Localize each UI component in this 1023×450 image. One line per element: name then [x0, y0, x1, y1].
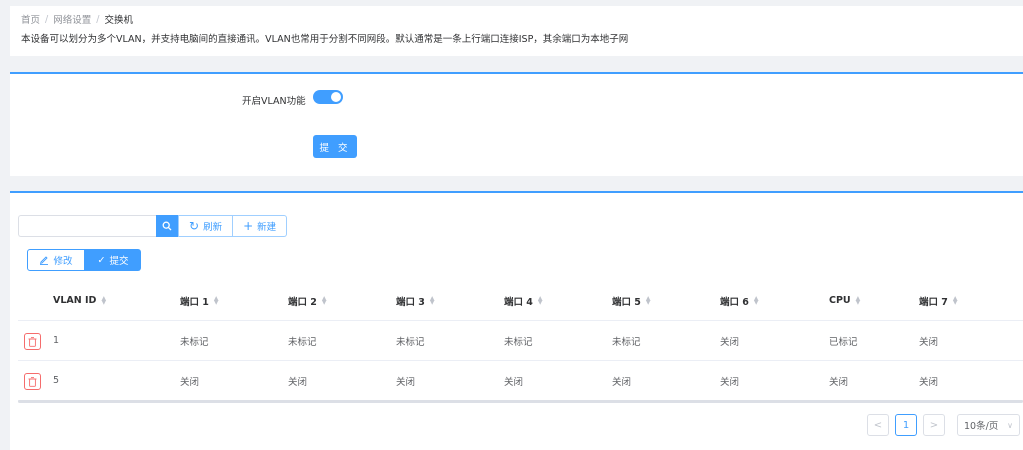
page-size-value: 10条/页 — [964, 421, 999, 432]
cell-port-1: 关闭 — [180, 376, 200, 388]
column-label: 端口 7 — [919, 296, 948, 308]
column-label: 端口 6 — [720, 296, 749, 308]
table-horizontal-scrollbar[interactable] — [18, 400, 1023, 403]
vlan-switch-label: 开启VLAN功能 — [242, 96, 306, 107]
sort-icon[interactable]: ▲ ▼ — [214, 295, 219, 305]
breadcrumb-separator: / — [96, 13, 100, 25]
sort-icon[interactable]: ▲ ▼ — [538, 295, 543, 305]
column-label: 端口 2 — [288, 296, 317, 308]
search-input[interactable] — [18, 215, 156, 237]
breadcrumb-network-settings[interactable]: 网络设置 — [53, 12, 91, 26]
column-label: 端口 3 — [396, 296, 425, 308]
refresh-icon: ↻ — [189, 219, 200, 233]
next-page-button[interactable]: > — [923, 414, 945, 436]
column-header-port-5[interactable]: 端口 5 ▲ ▼ — [612, 281, 651, 320]
vlan-submit-button[interactable]: 提 交 — [313, 135, 357, 158]
search-toolbar: ↻ 刷新 + 新建 — [18, 215, 288, 237]
trash-icon — [28, 336, 37, 347]
edit-toolbar: 修改 ✓ 提交 — [27, 249, 141, 271]
column-header-vlan-id[interactable]: VLAN ID ▲ ▼ — [53, 281, 106, 320]
column-header-port-3[interactable]: 端口 3 ▲ ▼ — [396, 281, 435, 320]
search-icon — [162, 221, 172, 231]
prev-page-button[interactable]: < — [867, 414, 889, 436]
cell-port-3: 关闭 — [396, 376, 416, 388]
sort-icon[interactable]: ▲ ▼ — [430, 295, 435, 305]
column-header-port-1[interactable]: 端口 1 ▲ ▼ — [180, 281, 219, 320]
column-label: 端口 4 — [504, 296, 533, 308]
page-size-select[interactable]: 10条/页 ∨ — [957, 414, 1020, 436]
column-label: 端口 5 — [612, 296, 641, 308]
new-label: 新建 — [257, 222, 277, 233]
breadcrumb-current: 交换机 — [104, 15, 133, 26]
cell-cpu: 已标记 — [829, 336, 858, 348]
table-header: VLAN ID ▲ ▼ 端口 1 ▲ ▼ 端口 2 ▲ ▼ 端口 3 ▲ ▼ 端口 4 … — [18, 281, 1023, 321]
cell-vlan-id: 5 — [53, 375, 60, 386]
edit-icon — [40, 256, 49, 265]
column-header-port-2[interactable]: 端口 2 ▲ ▼ — [288, 281, 327, 320]
cell-port-6: 关闭 — [720, 376, 740, 388]
sort-icon[interactable]: ▲ ▼ — [101, 295, 106, 305]
table-row[interactable]: 1 未标记 未标记 未标记 未标记 未标记 关闭 已标记 关闭 — [18, 321, 1023, 361]
search-button[interactable] — [156, 215, 178, 237]
page-description: 本设备可以划分为多个VLAN，并支持电脑间的直接通讯。VLAN也常用于分割不同网… — [21, 34, 629, 45]
check-icon: ✓ — [97, 254, 106, 266]
sort-icon[interactable]: ▲ ▼ — [322, 295, 327, 305]
column-label: VLAN ID — [53, 295, 97, 306]
delete-button[interactable] — [24, 373, 41, 390]
edit-button[interactable]: 修改 — [27, 249, 85, 271]
cell-port-4: 关闭 — [504, 376, 524, 388]
refresh-label: 刷新 — [203, 222, 223, 233]
page-header: 首页 / 网络设置 / 交换机 本设备可以划分为多个VLAN，并支持电脑间的直接… — [10, 6, 1023, 56]
table-submit-button[interactable]: ✓ 提交 — [85, 249, 141, 271]
cell-port-3: 未标记 — [396, 336, 425, 348]
sort-icon[interactable]: ▲ ▼ — [646, 295, 651, 305]
sort-icon[interactable]: ▲ ▼ — [856, 295, 861, 305]
table-submit-label: 提交 — [109, 256, 129, 267]
cell-port-1: 未标记 — [180, 336, 209, 348]
delete-button[interactable] — [24, 333, 41, 350]
cell-port-7: 关闭 — [919, 376, 939, 388]
sort-icon[interactable]: ▲ ▼ — [754, 295, 759, 305]
page-number-current[interactable]: 1 — [895, 414, 917, 436]
refresh-button[interactable]: ↻ 刷新 — [178, 215, 234, 237]
column-header-port-6[interactable]: 端口 6 ▲ ▼ — [720, 281, 759, 320]
vlan-settings-card: 开启VLAN功能 提 交 — [10, 72, 1023, 176]
vlan-table: VLAN ID ▲ ▼ 端口 1 ▲ ▼ 端口 2 ▲ ▼ 端口 3 ▲ ▼ 端口 4 … — [18, 281, 1023, 401]
trash-icon — [28, 376, 37, 387]
cell-port-2: 关闭 — [288, 376, 308, 388]
switch-knob — [331, 92, 341, 102]
column-header-port-4[interactable]: 端口 4 ▲ ▼ — [504, 281, 543, 320]
column-label: 端口 1 — [180, 296, 209, 308]
table-row[interactable]: 5 关闭 关闭 关闭 关闭 关闭 关闭 关闭 关闭 — [18, 361, 1023, 401]
vlan-table-card: ↻ 刷新 + 新建 修改 ✓ 提交 VLAN ID ▲ ▼ 端口 1 ▲ ▼ 端… — [10, 191, 1023, 450]
cell-port-5: 关闭 — [612, 376, 632, 388]
pagination: < 1 > 10条/页 ∨ — [867, 414, 1020, 436]
column-label: CPU — [829, 295, 851, 306]
plus-icon: + — [243, 219, 254, 233]
cell-port-4: 未标记 — [504, 336, 533, 348]
cell-port-7: 关闭 — [919, 336, 939, 348]
sort-icon[interactable]: ▲ ▼ — [953, 295, 958, 305]
chevron-down-icon: ∨ — [1007, 420, 1013, 430]
column-header-cpu[interactable]: CPU ▲ ▼ — [829, 281, 860, 320]
cell-vlan-id: 1 — [53, 335, 60, 346]
breadcrumb: 首页 / 网络设置 / 交换机 — [21, 12, 133, 27]
breadcrumb-home[interactable]: 首页 — [21, 12, 40, 26]
breadcrumb-separator: / — [45, 13, 49, 25]
edit-label: 修改 — [53, 256, 73, 267]
new-button[interactable]: + 新建 — [233, 215, 288, 237]
cell-port-5: 未标记 — [612, 336, 641, 348]
cell-cpu: 关闭 — [829, 376, 849, 388]
column-header-port-7[interactable]: 端口 7 ▲ ▼ — [919, 281, 958, 320]
cell-port-6: 关闭 — [720, 336, 740, 348]
cell-port-2: 未标记 — [288, 336, 317, 348]
vlan-enable-switch[interactable] — [313, 90, 343, 104]
